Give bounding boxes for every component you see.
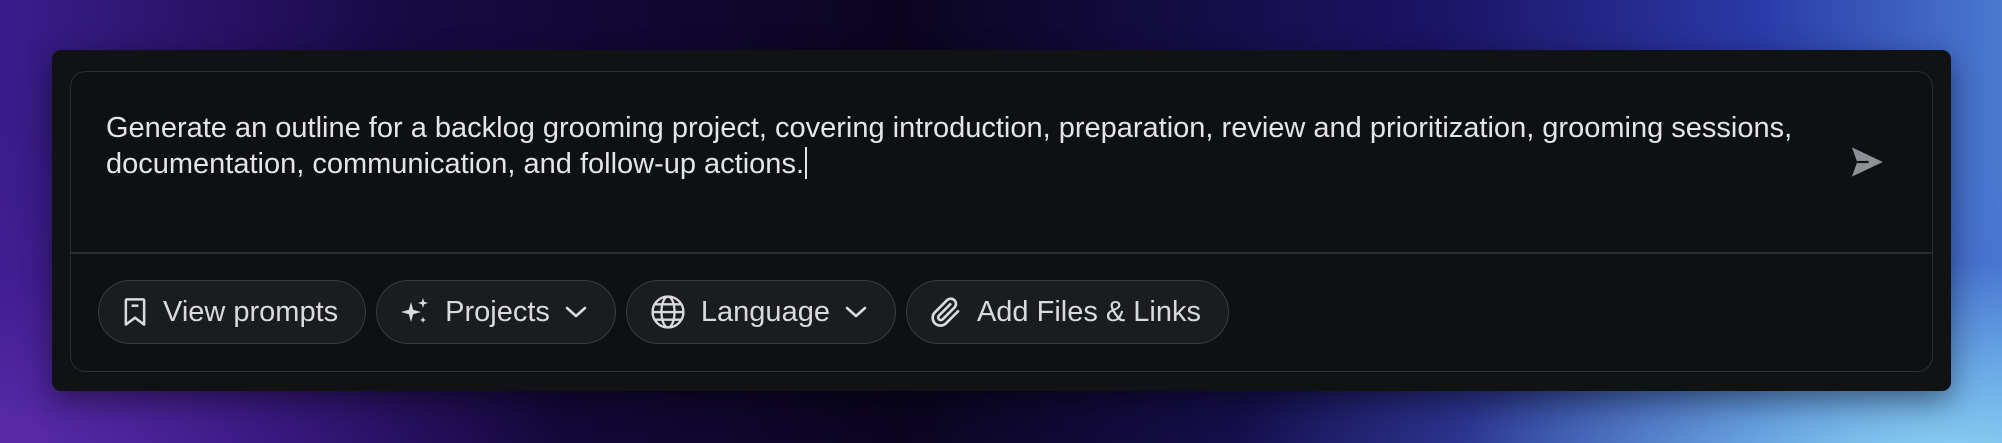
projects-label: Projects [445,295,550,328]
prompt-panel: Generate an outline for a backlog groomi… [52,50,1951,391]
globe-icon [649,293,687,331]
bookmark-icon [121,296,149,328]
chevron-down-icon [844,304,868,320]
language-label: Language [700,295,830,328]
composer-toolbar: View prompts Projects Language Add Files… [98,280,1229,344]
send-icon [1851,147,1883,177]
prompt-text[interactable]: Generate an outline for a backlog groomi… [106,110,1806,182]
prompt-composer: Generate an outline for a backlog groomi… [70,71,1933,372]
view-prompts-button[interactable]: View prompts [98,280,367,344]
language-dropdown[interactable]: Language [625,280,896,344]
paperclip-icon [929,294,963,330]
text-caret [805,147,807,179]
add-files-links-label: Add Files & Links [976,295,1201,328]
chevron-down-icon [564,304,588,320]
projects-dropdown[interactable]: Projects [376,280,616,344]
prompt-text-content: Generate an outline for a backlog groomi… [106,112,1801,180]
sparkles-icon [399,296,431,328]
prompt-input[interactable]: Generate an outline for a backlog groomi… [71,72,1932,252]
add-files-links-button[interactable]: Add Files & Links [905,280,1229,344]
send-button[interactable] [1846,141,1888,183]
composer-divider [71,252,1932,254]
view-prompts-label: View prompts [163,295,339,328]
